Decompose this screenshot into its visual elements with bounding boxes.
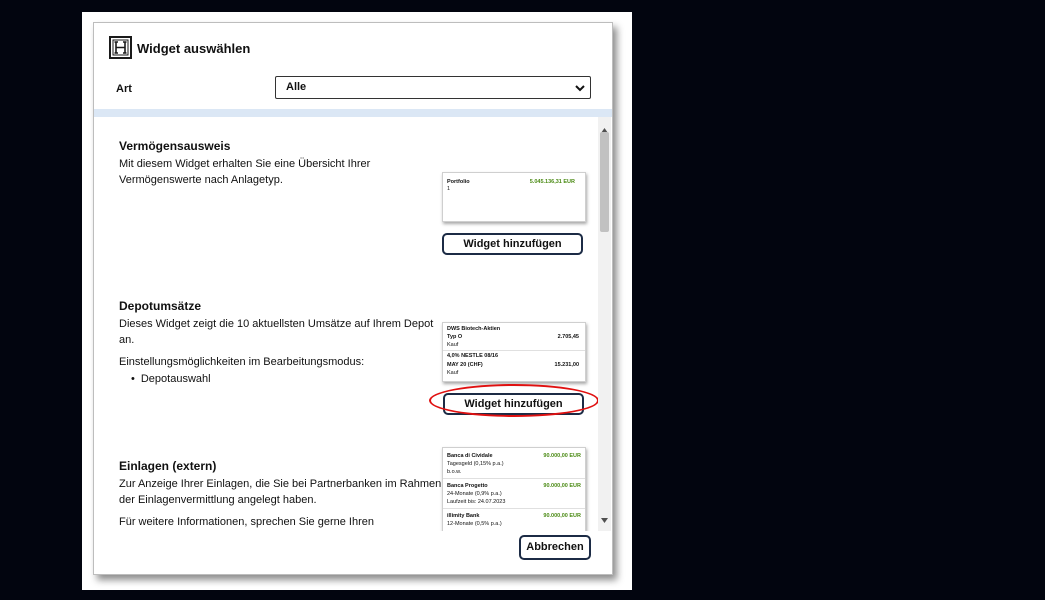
- preview-name: Typ O: [447, 334, 463, 340]
- description-line: Für weitere Informationen, sprechen Sie …: [119, 516, 374, 528]
- widget-description: Zur Anzeige Ihrer Einlagen, die Sie bei …: [119, 476, 441, 508]
- settings-item-text: Depotauswahl: [140, 373, 211, 385]
- filter-label: Art: [116, 83, 132, 95]
- hypo-logo-icon: [109, 36, 132, 59]
- widget-select-dialog: Widget auswählen Art Alle Vermögensauswe…: [93, 22, 613, 575]
- filter-selected-value: Alle: [286, 81, 307, 93]
- widget-title: Vermögensausweis: [119, 139, 231, 153]
- preview-detail: Tagesgeld (0,15% p.a.): [447, 461, 504, 467]
- widget-preview: DWS Biotech-Aktien Typ O 2.705,45 Kauf 4…: [442, 322, 586, 382]
- preview-value: 90.000,00 EUR: [543, 483, 581, 489]
- preview-detail: 12-Monate (0,5% p.a.): [447, 521, 502, 527]
- widget-title: Depotumsätze: [119, 299, 202, 313]
- preview-divider: [443, 478, 585, 479]
- settings-label: Einstellungsmöglichkeiten im Bearbeitung…: [119, 356, 365, 368]
- chevron-down-icon: [575, 81, 585, 102]
- preview-divider: [443, 350, 585, 351]
- preview-detail: 24-Monate (0,9% p.a.): [447, 491, 502, 497]
- preview-divider: [443, 508, 585, 509]
- highlight-annotation: [429, 384, 599, 417]
- description-line: Mit diesem Widget erhalten Sie eine Über…: [119, 158, 371, 170]
- preview-value: 90.000,00 EUR: [543, 513, 581, 519]
- widget-preview: Portfolio 5.045.136,31 EUR 1: [442, 172, 586, 222]
- header-divider-band: [94, 109, 612, 117]
- widget-description: Dieses Widget zeigt die 10 aktuellsten U…: [119, 316, 433, 348]
- description-line: Vermögenswerte nach Anlagetyp.: [119, 174, 283, 186]
- description-line: an.: [119, 334, 135, 346]
- scroll-down-arrow-icon[interactable]: [601, 510, 608, 528]
- add-widget-button[interactable]: Widget hinzufügen: [442, 233, 583, 255]
- preview-name: MAY 20 (CHF): [447, 362, 483, 368]
- preview-value: 15.231,00: [554, 362, 579, 368]
- widget-list[interactable]: Vermögensausweis Mit diesem Widget erhal…: [94, 117, 612, 531]
- dialog-title: Widget auswählen: [137, 41, 251, 56]
- preview-bank: illimity Bank: [447, 513, 480, 519]
- preview-detail: b.o.w.: [447, 469, 462, 475]
- settings-list-item: • Depotauswahl: [131, 373, 211, 385]
- filter-select[interactable]: Alle: [275, 76, 591, 99]
- preview-value: 2.705,45: [557, 334, 579, 340]
- preview-type: Kauf: [447, 370, 459, 376]
- scrollbar-thumb[interactable]: [600, 132, 609, 232]
- scrollbar[interactable]: [598, 117, 611, 531]
- preview-value: 5.045.136,31 EUR: [529, 179, 575, 185]
- description-line: Dieses Widget zeigt die 10 aktuellsten U…: [119, 318, 434, 330]
- preview-bank: Banca di Cividale: [447, 453, 493, 459]
- preview-value: 90.000,00 EUR: [543, 453, 581, 459]
- preview-sub: 1: [447, 186, 451, 192]
- preview-label: Portfolio: [447, 179, 470, 185]
- widget-description: Mit diesem Widget erhalten Sie eine Über…: [119, 156, 370, 188]
- preview-name: DWS Biotech-Aktien: [447, 326, 501, 332]
- cancel-button[interactable]: Abbrechen: [519, 535, 591, 560]
- widget-preview: Banca di Cividale 90.000,00 EUR Tagesgel…: [442, 447, 586, 531]
- preview-name: 4,0% NESTLE 08/16: [447, 353, 499, 359]
- preview-bank: Banca Progetto: [447, 483, 488, 489]
- preview-detail: Laufzeit bis: 24.07.2023: [447, 499, 506, 505]
- description-line: der Einlagenvermittlung angelegt haben.: [119, 494, 317, 506]
- preview-type: Kauf: [447, 342, 459, 348]
- description-line: Zur Anzeige Ihrer Einlagen, die Sie bei …: [119, 478, 442, 490]
- widget-title: Einlagen (extern): [119, 459, 217, 473]
